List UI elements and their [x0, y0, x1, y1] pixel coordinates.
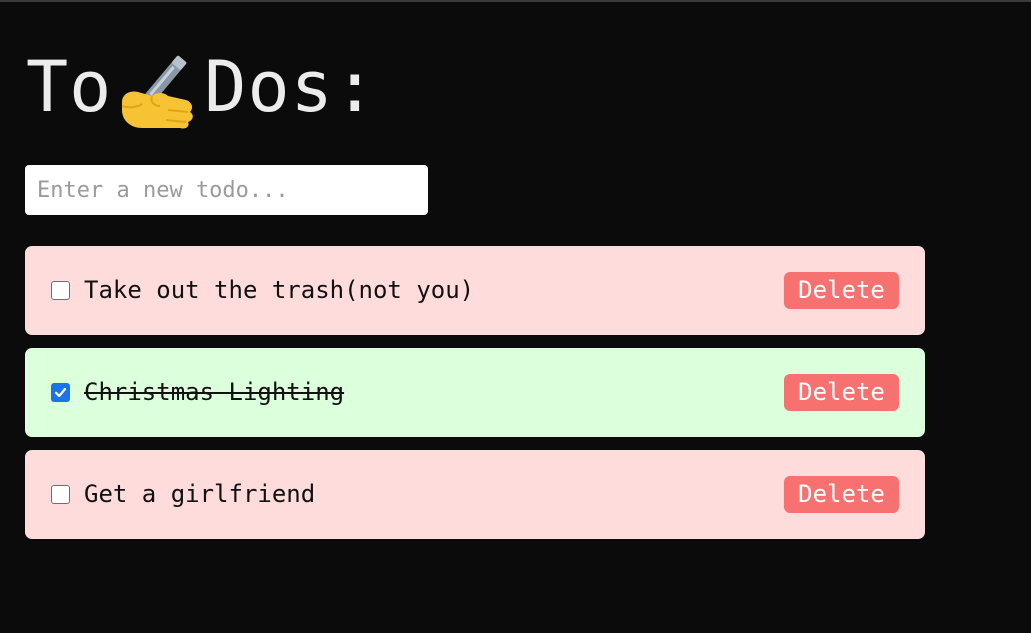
todo-text: Take out the trash(not you) [84, 276, 475, 304]
todo-text: Christmas Lighting [84, 378, 345, 406]
delete-button[interactable]: Delete [784, 476, 899, 513]
new-todo-input[interactable] [25, 165, 428, 215]
window-top-border [0, 0, 1031, 2]
writing-hand-icon [112, 48, 204, 130]
todo-checkbox[interactable] [51, 485, 70, 504]
title-prefix: To [26, 46, 113, 128]
todo-item: Take out the trash(not you) Delete [25, 246, 925, 335]
todo-checkbox-checked[interactable] [51, 383, 70, 402]
delete-button[interactable]: Delete [784, 374, 899, 411]
todo-text: Get a girlfriend [84, 480, 316, 508]
title-suffix: Dos: [204, 46, 377, 128]
checkmark-icon [54, 387, 67, 398]
todo-checkbox[interactable] [51, 281, 70, 300]
todo-item: Christmas Lighting Delete [25, 348, 925, 437]
page-title: To Dos: [26, 46, 377, 130]
delete-button[interactable]: Delete [784, 272, 899, 309]
todo-item: Get a girlfriend Delete [25, 450, 925, 539]
